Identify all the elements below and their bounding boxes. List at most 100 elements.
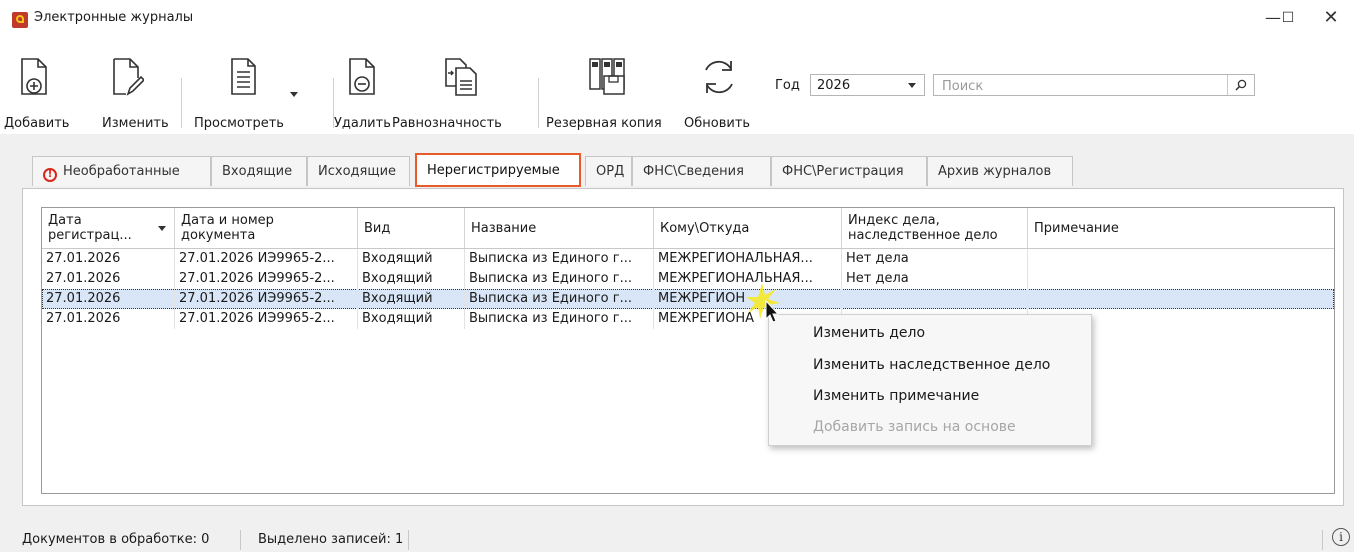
column-header[interactable]: Вид <box>358 208 465 248</box>
content-area: ! Необработанные Входящие Исходящие Нерег… <box>22 148 1344 506</box>
cell-reg-date: 27.01.2026 <box>42 269 175 289</box>
refresh-icon <box>705 60 733 94</box>
year-value: 2026 <box>817 78 851 93</box>
column-header[interactable]: Дата регистрац... <box>42 208 175 248</box>
info-icon[interactable]: i <box>1332 528 1350 546</box>
cell-doc-number: 27.01.2026 ИЭ9965-2... <box>175 249 358 269</box>
cell-doc-number: 27.01.2026 ИЭ9965-2... <box>175 289 358 309</box>
cell-reg-date: 27.01.2026 <box>42 309 175 329</box>
close-button[interactable]: ✕ <box>1308 0 1354 36</box>
maximize-button[interactable]: ☐ <box>1265 0 1311 36</box>
column-header[interactable]: Кому\Откуда <box>654 208 842 248</box>
cell-note <box>1028 289 1334 309</box>
status-separator <box>408 530 409 550</box>
tab-label: Входящие <box>222 164 293 179</box>
sort-desc-icon <box>158 226 166 231</box>
cell-kind: Входящий <box>358 309 465 329</box>
tab-outgoing[interactable]: Исходящие <box>307 156 410 186</box>
tab-label: Архив журналов <box>938 164 1052 179</box>
cell-kind: Входящий <box>358 289 465 309</box>
refresh-button[interactable]: Обновить <box>682 36 762 134</box>
search-box[interactable] <box>933 74 1255 96</box>
status-selected-count: Выделено записей: 1 <box>258 532 404 547</box>
add-button[interactable]: Добавить <box>0 36 69 134</box>
tab-ord[interactable]: ОРД <box>585 156 632 186</box>
menu-item-edit-note[interactable]: Изменить примечание <box>813 388 979 404</box>
cell-name: Выписка из Единого г... <box>465 249 654 269</box>
tab-incoming[interactable]: Входящие <box>211 156 307 186</box>
journal-table: Дата регистрац... Дата и номер документа… <box>41 207 1335 494</box>
status-separator <box>1322 530 1323 550</box>
column-header[interactable]: Примечание <box>1028 208 1334 248</box>
add-document-icon <box>21 58 47 95</box>
view-button-label: Просмотреть <box>194 116 284 131</box>
column-header[interactable]: Название <box>465 208 654 248</box>
cell-note <box>1028 269 1334 289</box>
chevron-down-icon[interactable] <box>290 92 298 98</box>
cell-note <box>1028 249 1334 269</box>
table-row[interactable]: 27.01.2026 27.01.2026 ИЭ9965-2... Входящ… <box>42 269 1334 289</box>
tab-fns-info[interactable]: ФНС\Сведения <box>632 156 771 186</box>
cell-name: Выписка из Единого г... <box>465 269 654 289</box>
equivalence-button-label: Равнозначность <box>392 116 502 131</box>
view-button[interactable]: Просмотреть <box>190 36 300 134</box>
tab-label: ОРД <box>596 164 625 179</box>
equivalence-button[interactable]: Равнозначность <box>392 36 532 134</box>
status-in-processing: Документов в обработке: 0 <box>22 532 210 547</box>
app-icon <box>12 12 28 28</box>
cell-name: Выписка из Единого г... <box>465 309 654 329</box>
cell-kind: Входящий <box>358 269 465 289</box>
chevron-down-icon <box>908 83 916 88</box>
menu-item-add-based-on: Добавить запись на основе <box>813 419 1016 435</box>
refresh-button-label: Обновить <box>684 116 751 131</box>
tab-fns-registration[interactable]: ФНС\Регистрация <box>771 156 927 186</box>
menu-item-edit-inheritance-case[interactable]: Изменить наследственное дело <box>813 357 1050 373</box>
table-header: Дата регистрац... Дата и номер документа… <box>42 208 1334 249</box>
status-separator <box>240 530 241 550</box>
status-bar: Документов в обработке: 0 Выделено запис… <box>0 518 1354 552</box>
edit-button-label: Изменить <box>102 116 169 131</box>
tab-label: Необработанные <box>63 164 180 179</box>
table-row-selected[interactable]: 27.01.2026 27.01.2026 ИЭ9965-2... Входящ… <box>42 289 1334 309</box>
delete-document-icon <box>349 58 375 95</box>
cell-kind: Входящий <box>358 249 465 269</box>
backup-button-label: Резервная копия <box>546 116 662 131</box>
search-button[interactable] <box>1227 75 1254 95</box>
tab-unprocessed[interactable]: ! Необработанные <box>32 156 211 186</box>
warning-icon: ! <box>43 168 57 182</box>
table-row[interactable]: 27.01.2026 27.01.2026 ИЭ9965-2... Входящ… <box>42 309 1334 329</box>
search-icon <box>1235 79 1247 91</box>
year-select[interactable]: 2026 <box>810 74 925 96</box>
tab-archive[interactable]: Архив журналов <box>927 156 1073 186</box>
search-input[interactable] <box>940 77 1224 95</box>
view-document-icon <box>231 58 256 95</box>
mouse-cursor-icon <box>746 283 780 323</box>
cell-case-index: Нет дела <box>842 249 1028 269</box>
equivalence-icon <box>445 58 477 96</box>
cell-reg-date: 27.01.2026 <box>42 289 175 309</box>
context-menu: Изменить дело Изменить наследственное де… <box>768 314 1092 446</box>
cell-doc-number: 27.01.2026 ИЭ9965-2... <box>175 309 358 329</box>
cell-case-index <box>842 289 1028 309</box>
delete-button[interactable]: Удалить <box>330 36 391 134</box>
toolbar-separator <box>538 78 539 128</box>
column-header[interactable]: Индекс дела, наследственное дело <box>842 208 1028 248</box>
tab-non-registered[interactable]: Нерегистрируемые <box>415 153 581 187</box>
backup-button[interactable]: Резервная копия <box>542 36 678 134</box>
delete-button-label: Удалить <box>334 116 391 131</box>
tab-panel: Дата регистрац... Дата и номер документа… <box>22 188 1344 506</box>
column-header[interactable]: Дата и номер документа <box>175 208 358 248</box>
cell-reg-date: 27.01.2026 <box>42 249 175 269</box>
edit-document-icon <box>113 58 144 96</box>
tab-label: Нерегистрируемые <box>427 163 560 178</box>
menu-item-edit-case[interactable]: Изменить дело <box>813 325 925 341</box>
cell-case-index: Нет дела <box>842 269 1028 289</box>
year-label: Год <box>775 78 800 93</box>
edit-button[interactable]: Изменить <box>66 36 169 134</box>
cell-name: Выписка из Единого г... <box>465 289 654 309</box>
cell-doc-number: 27.01.2026 ИЭ9965-2... <box>175 269 358 289</box>
cell-to-from: МЕЖРЕГИОНАЛЬНАЯ... <box>654 249 842 269</box>
table-row[interactable]: 27.01.2026 27.01.2026 ИЭ9965-2... Входящ… <box>42 249 1334 269</box>
toolbar: Добавить Изменить Просмотреть Удалить Ра… <box>0 36 1354 134</box>
backup-icon <box>589 58 625 95</box>
